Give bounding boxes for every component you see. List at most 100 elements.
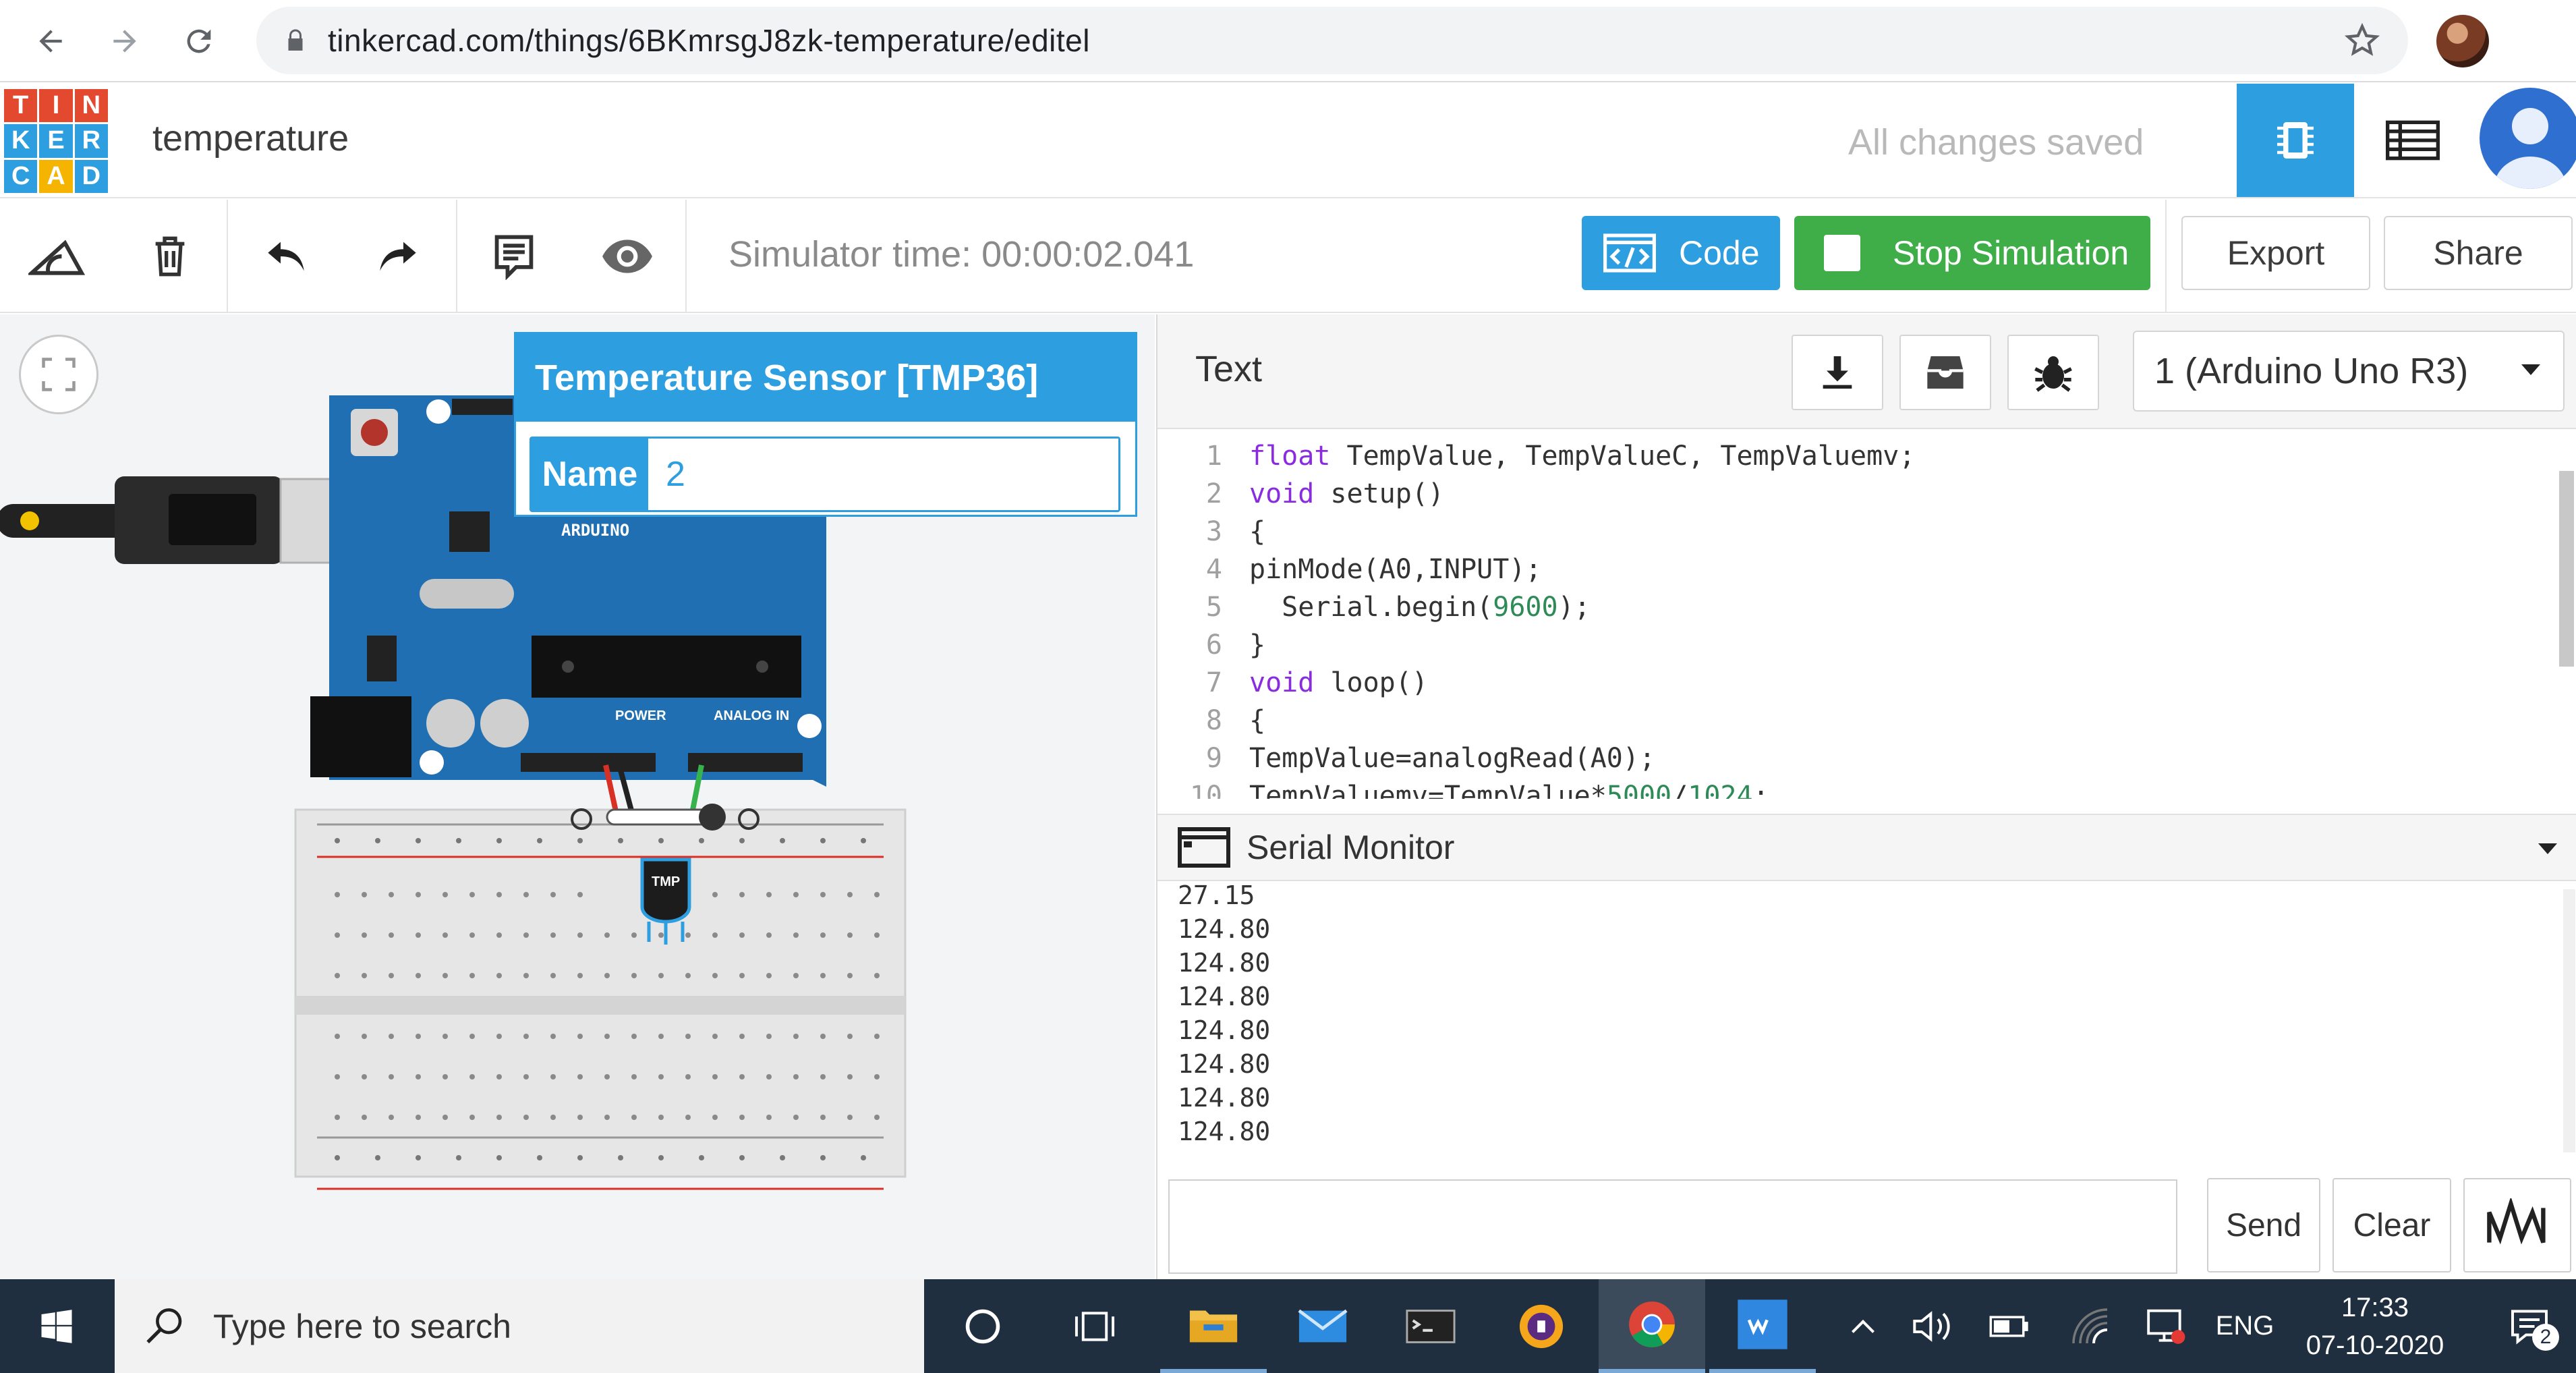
cortana-button[interactable] xyxy=(929,1279,1036,1373)
security-notification[interactable] xyxy=(2136,1279,2196,1373)
serial-line: 27.15 xyxy=(1178,882,1255,910)
code-line[interactable]: 4 pinMode(A0,INPUT); xyxy=(1157,551,2576,588)
start-button[interactable] xyxy=(0,1279,113,1373)
logo-letter: C xyxy=(4,159,38,193)
file-explorer-app[interactable] xyxy=(1160,1279,1267,1373)
reload-button[interactable] xyxy=(169,11,229,72)
design-title[interactable]: temperature xyxy=(152,117,349,159)
volume-button[interactable] xyxy=(1902,1279,1963,1373)
name-field: Name xyxy=(529,437,1120,512)
code-editor[interactable]: 1 float TempValue, TempValueC, TempValuem… xyxy=(1157,430,2576,799)
battery-indicator[interactable] xyxy=(1979,1279,2040,1373)
serial-line: 124.80 xyxy=(1178,982,1271,1011)
name-input[interactable] xyxy=(648,439,1118,510)
share-button[interactable]: Share xyxy=(2384,216,2573,290)
export-button[interactable]: Export xyxy=(2181,216,2370,290)
circuit-view-button[interactable] xyxy=(2237,84,2354,197)
line-number: 3 xyxy=(1205,516,1222,547)
code-line[interactable]: 10 TempValuemv=TempValue*5000/1024; xyxy=(1157,777,2576,799)
code-line[interactable]: 7 void loop() xyxy=(1157,664,2576,702)
code-text: { xyxy=(1249,705,1266,736)
code-line[interactable]: 6} xyxy=(1157,626,2576,664)
url-text: tinkercad.com/things/6BKmrsgJ8zk-tempera… xyxy=(328,23,1090,58)
serial-monitor-header[interactable]: Serial Monitor xyxy=(1157,814,2576,881)
component-inspector: Temperature Sensor [TMP36] Name xyxy=(514,332,1137,517)
code-line[interactable]: 2 void setup() xyxy=(1157,475,2576,513)
toolbar-divider xyxy=(456,200,457,313)
debugger-button[interactable] xyxy=(2007,335,2099,410)
serial-line: 124.80 xyxy=(1178,1049,1271,1079)
code-line[interactable]: 8{ xyxy=(1157,702,2576,739)
workplane-canvas[interactable]: ARDUINO POWER ANALOG IN TMP Temperature … xyxy=(0,314,1155,1279)
rotate-button[interactable] xyxy=(23,223,90,290)
show-hidden-icons-button[interactable] xyxy=(1836,1279,1890,1373)
user-avatar[interactable] xyxy=(2480,88,2576,189)
taskbar-clock[interactable]: 17:33 07-10-2020 xyxy=(2297,1289,2453,1364)
vpn-app[interactable] xyxy=(1488,1279,1595,1373)
clear-button[interactable]: Clear xyxy=(2332,1178,2451,1272)
graph-toggle-button[interactable] xyxy=(2463,1178,2571,1272)
send-button[interactable]: Send xyxy=(2207,1178,2320,1272)
code-line[interactable]: 9 TempValue=analogRead(A0); xyxy=(1157,739,2576,777)
libraries-button[interactable] xyxy=(1899,335,1991,410)
chevron-up-icon xyxy=(1852,1319,1874,1343)
browser-profile-avatar[interactable] xyxy=(2436,15,2489,67)
delete-button[interactable] xyxy=(136,223,204,290)
logo-letter: I xyxy=(39,89,73,123)
address-bar[interactable]: tinkercad.com/things/6BKmrsgJ8zk-tempera… xyxy=(256,7,2408,74)
mail-app[interactable] xyxy=(1269,1279,1376,1373)
table-list-icon xyxy=(2386,120,2440,161)
back-button[interactable] xyxy=(20,11,81,72)
code-panel-header: Text 1 (Arduino Uno R3) xyxy=(1157,314,2576,429)
download-code-button[interactable] xyxy=(1792,335,1883,410)
code-button[interactable]: Code xyxy=(1582,216,1780,290)
device-selector[interactable]: 1 (Arduino Uno R3) xyxy=(2133,331,2565,412)
serial-scrollbar[interactable] xyxy=(2563,889,2575,1152)
sensor-label: TMP xyxy=(652,874,681,889)
code-mode-dropdown[interactable]: Text xyxy=(1195,348,1262,390)
forward-button[interactable] xyxy=(94,11,155,72)
task-view-button[interactable] xyxy=(1041,1279,1148,1373)
code-line[interactable]: 1 float TempValue, TempValueC, TempValuem… xyxy=(1157,437,2576,475)
bookmark-star-icon[interactable] xyxy=(2343,22,2381,59)
toolbar-divider xyxy=(227,200,228,313)
breadboard[interactable] xyxy=(294,808,907,1190)
back-arrow-icon xyxy=(39,30,62,53)
code-line[interactable]: 3{ xyxy=(1157,513,2576,551)
language-indicator[interactable]: ENG xyxy=(2204,1279,2285,1373)
editor-scrollbar[interactable] xyxy=(2559,471,2574,667)
tinkercad-logo[interactable]: T I N K E R C A D xyxy=(4,89,108,193)
name-label: Name xyxy=(532,439,648,510)
logo-letter: N xyxy=(74,89,108,123)
lock-icon xyxy=(288,29,303,51)
action-center-button[interactable]: 2 xyxy=(2489,1279,2570,1373)
logo-letter: R xyxy=(74,124,108,158)
shield-app-icon xyxy=(1519,1304,1564,1348)
device-selector-value: 1 (Arduino Uno R3) xyxy=(2154,351,2469,391)
editor-toolbar: Simulator time: 00:00:02.041 Code Stop S… xyxy=(0,200,2576,313)
stop-simulation-button[interactable]: Stop Simulation xyxy=(1794,216,2150,290)
tmp36-sensor[interactable] xyxy=(640,858,691,945)
rotate-icon xyxy=(28,240,85,275)
chrome-app[interactable] xyxy=(1599,1279,1705,1373)
whiteboard-app[interactable] xyxy=(1709,1279,1816,1373)
logo-letter: K xyxy=(4,124,38,158)
network-button[interactable] xyxy=(2060,1279,2121,1373)
notes-visibility-button[interactable] xyxy=(594,223,661,290)
code-text: pinMode(A0,INPUT); xyxy=(1249,554,1542,585)
notes-button[interactable] xyxy=(480,223,548,290)
undo-icon xyxy=(268,242,304,271)
reload-icon xyxy=(187,29,211,53)
undo-button[interactable] xyxy=(252,223,320,290)
redo-button[interactable] xyxy=(364,223,432,290)
collapse-chevron-icon[interactable] xyxy=(2538,843,2557,854)
taskbar-search[interactable]: Type here to search xyxy=(115,1279,924,1373)
trash-icon xyxy=(155,236,185,277)
terminal-app[interactable] xyxy=(1377,1279,1484,1373)
user-icon xyxy=(2494,108,2567,189)
circuit-board-icon xyxy=(2277,122,2314,159)
command-prompt-icon xyxy=(1406,1309,1456,1343)
component-list-button[interactable] xyxy=(2354,84,2471,197)
serial-input[interactable] xyxy=(1168,1179,2177,1274)
code-line[interactable]: 5 Serial.begin(9600); xyxy=(1157,588,2576,626)
